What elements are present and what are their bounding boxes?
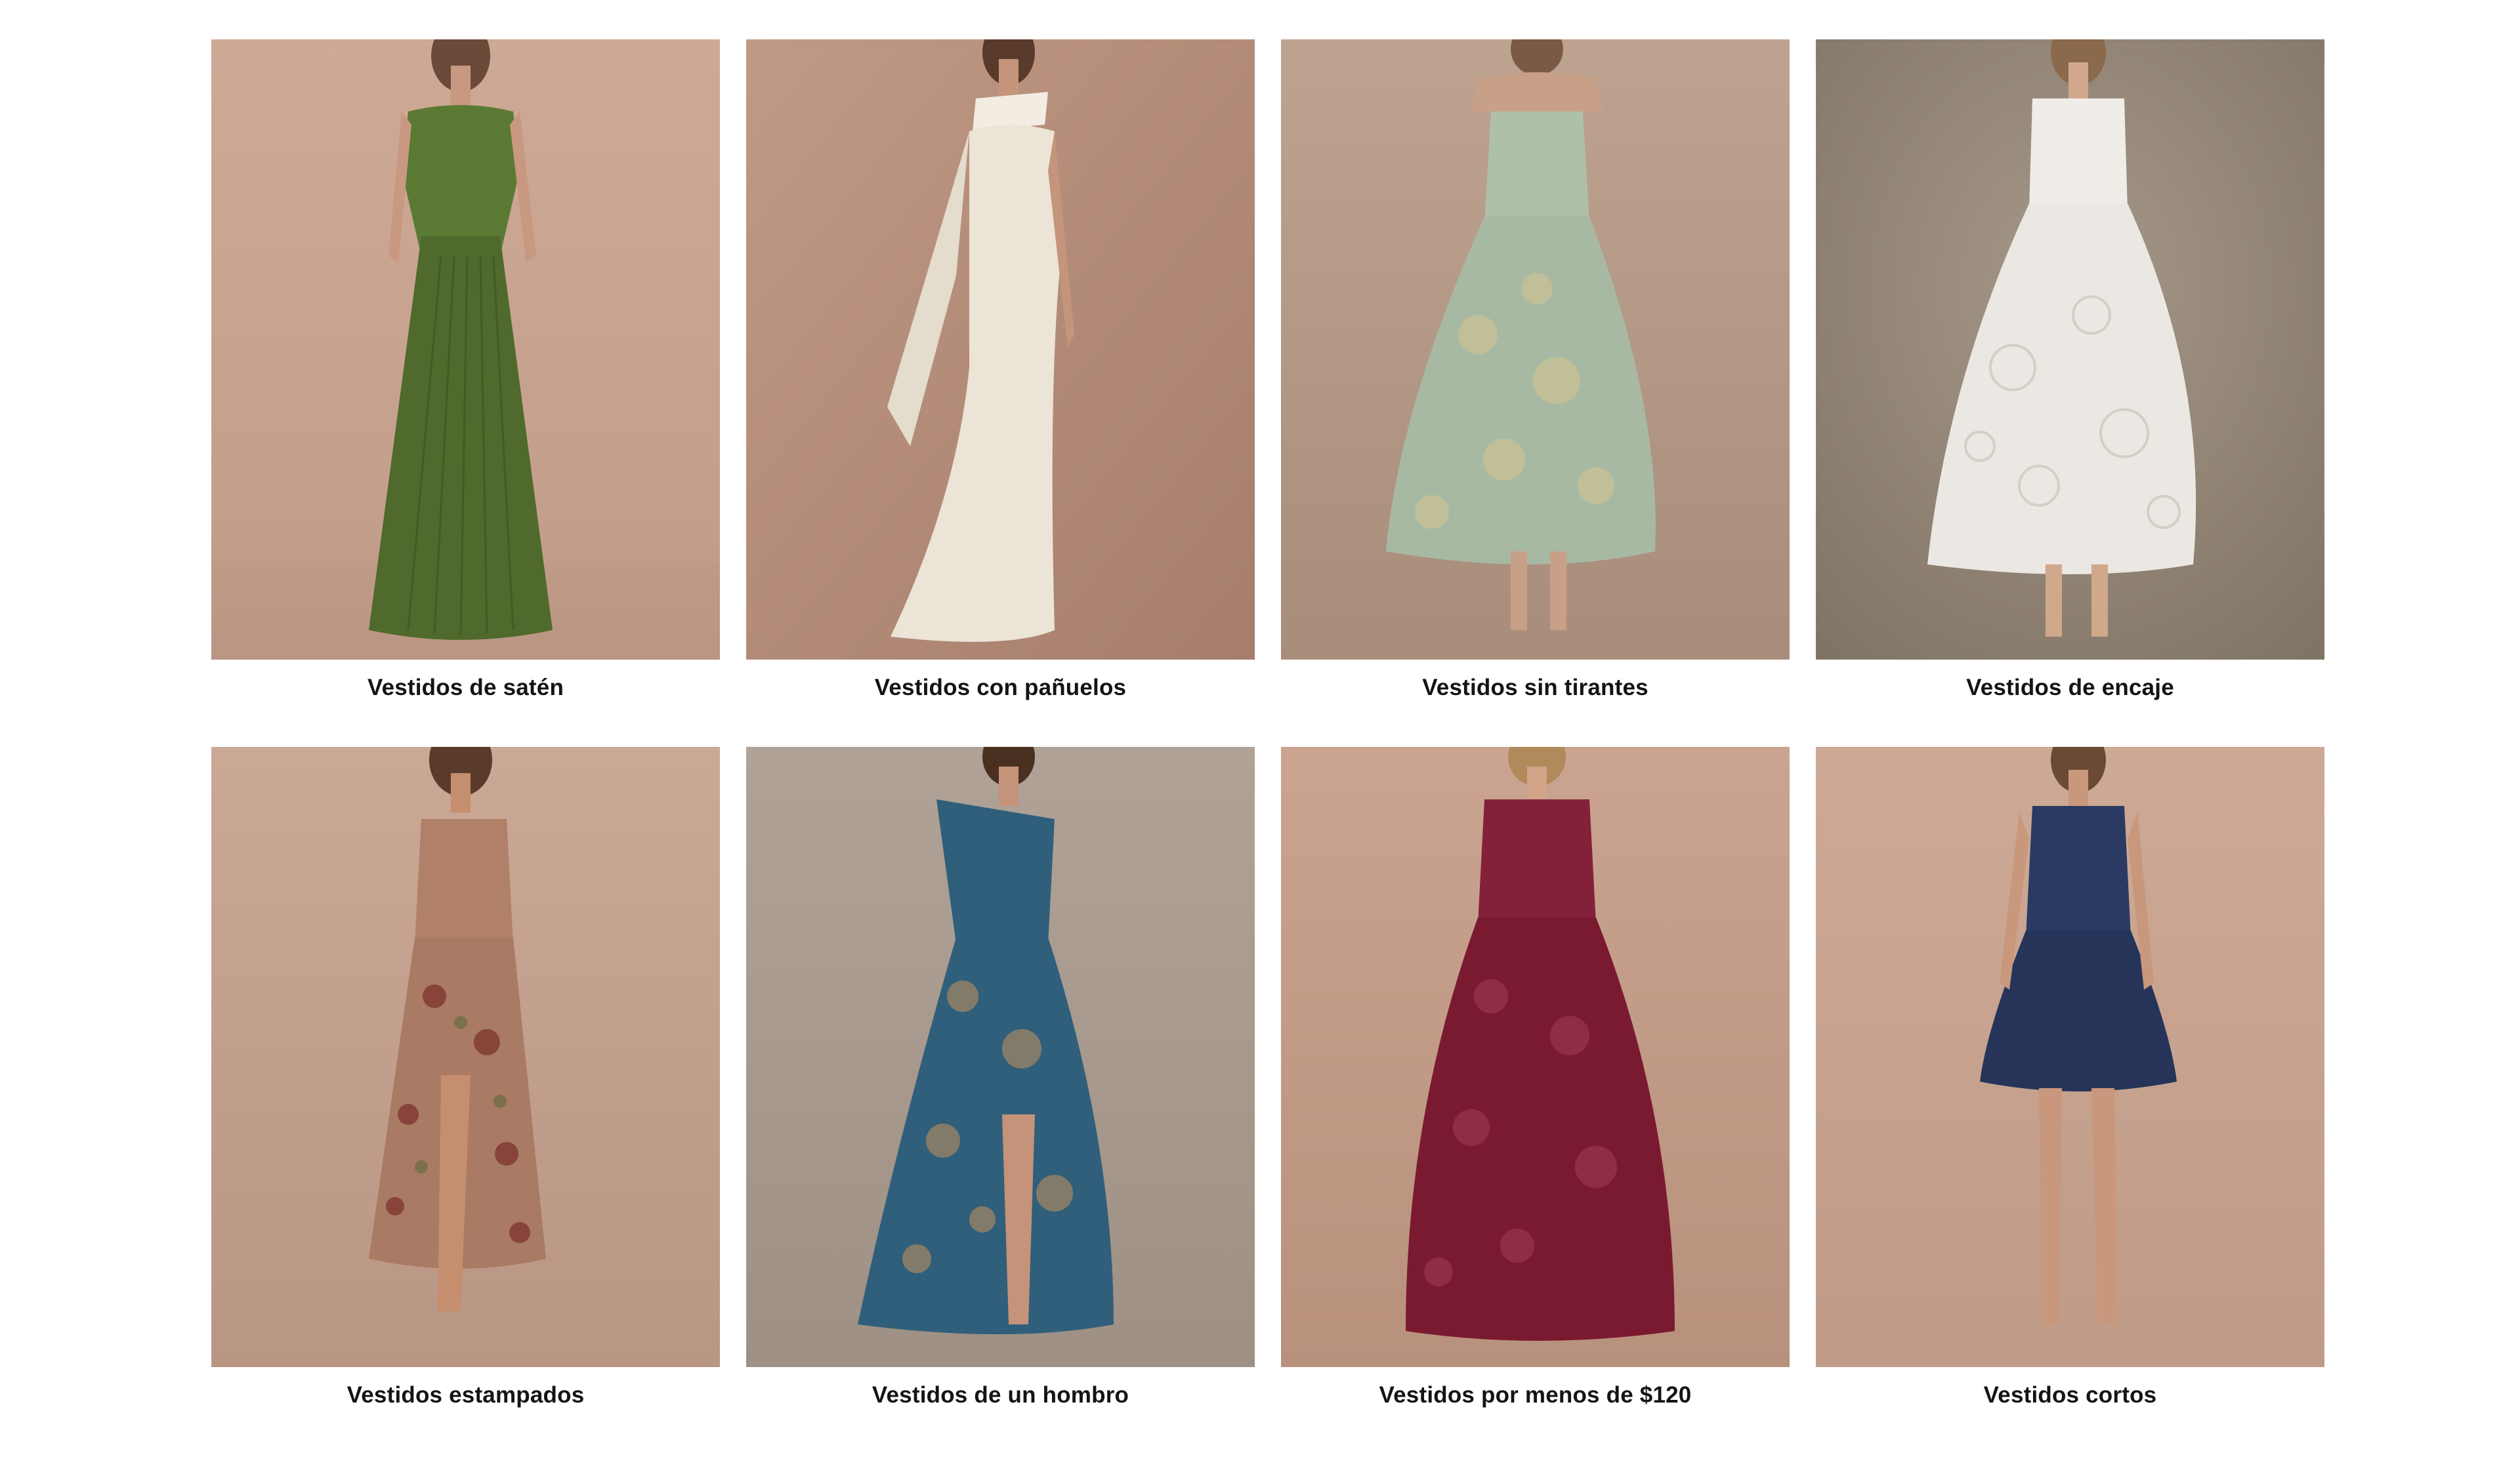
category-label[interactable]: Vestidos de encaje: [1816, 660, 2324, 716]
category-image-under-120[interactable]: [1281, 747, 1790, 1367]
category-image-strapless[interactable]: [1281, 39, 1790, 660]
category-image-scarf[interactable]: [746, 39, 1255, 660]
category-card-lace[interactable]: Vestidos de encaje: [1816, 39, 2324, 716]
category-card-short[interactable]: Vestidos cortos: [1816, 747, 2324, 1424]
category-label[interactable]: Vestidos por menos de $120: [1281, 1367, 1790, 1424]
category-label[interactable]: Vestidos de satén: [211, 660, 720, 716]
category-card-one-shoulder[interactable]: Vestidos de un hombro: [746, 747, 1255, 1424]
category-card-under-120[interactable]: Vestidos por menos de $120: [1281, 747, 1790, 1424]
category-label[interactable]: Vestidos con pañuelos: [746, 660, 1255, 716]
category-label[interactable]: Vestidos sin tirantes: [1281, 660, 1790, 716]
category-image-lace[interactable]: [1816, 39, 2324, 660]
category-card-satin[interactable]: Vestidos de satén: [211, 39, 720, 716]
category-label[interactable]: Vestidos estampados: [211, 1367, 720, 1424]
category-image-printed[interactable]: [211, 747, 720, 1367]
category-label[interactable]: Vestidos de un hombro: [746, 1367, 1255, 1424]
category-label[interactable]: Vestidos cortos: [1816, 1367, 2324, 1424]
category-image-satin[interactable]: [211, 39, 720, 660]
category-image-short[interactable]: [1816, 747, 2324, 1367]
category-card-printed[interactable]: Vestidos estampados: [211, 747, 720, 1424]
category-grid: Vestidos de satén Vestidos con pañuelos: [211, 39, 2324, 1424]
category-card-strapless[interactable]: Vestidos sin tirantes: [1281, 39, 1790, 716]
category-card-scarf[interactable]: Vestidos con pañuelos: [746, 39, 1255, 716]
category-image-one-shoulder[interactable]: [746, 747, 1255, 1367]
